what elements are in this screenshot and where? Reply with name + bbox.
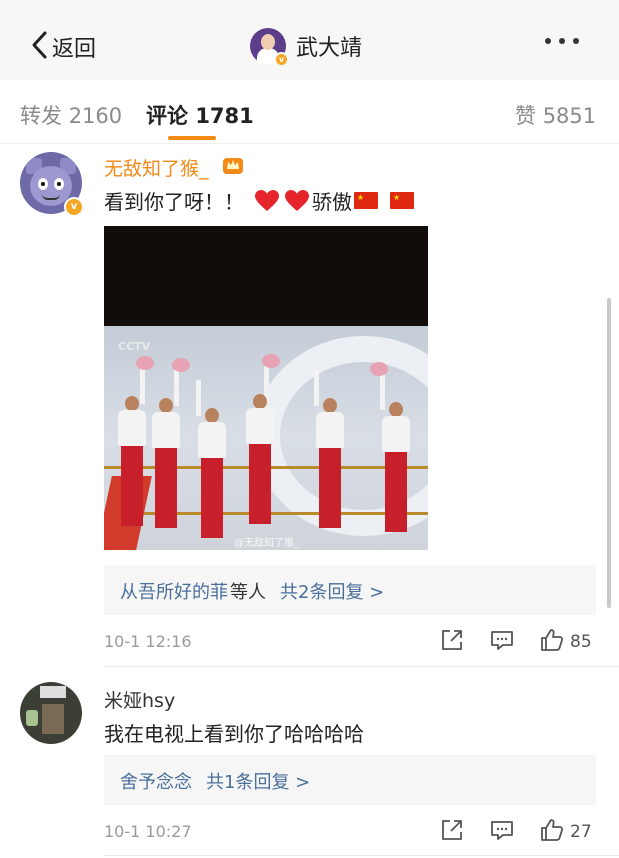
replies-preview[interactable]: 舍予念念 共1条回复 > [104, 755, 596, 805]
like-button[interactable]: 27 [540, 818, 592, 846]
share-button[interactable] [440, 818, 464, 846]
like-button[interactable]: 85 [540, 628, 592, 656]
share-icon [440, 818, 464, 846]
reply-users[interactable]: 舍予念念 [120, 768, 192, 794]
profile-header[interactable]: v 武大靖 [250, 28, 363, 67]
divider [104, 666, 619, 667]
tab-comments-count: 1781 [195, 104, 254, 128]
active-tab-indicator [168, 136, 216, 140]
comment-video-thumbnail[interactable]: CCTV @无敌知了猴_ [104, 226, 428, 550]
vip-crown-icon [222, 154, 244, 176]
page-title: 武大靖 [296, 36, 363, 61]
back-button[interactable]: 返回 [30, 30, 96, 64]
reply-button[interactable] [490, 628, 514, 656]
tab-comments[interactable]: 评论 1781 [146, 100, 254, 130]
comment-username[interactable]: 米娅hsy [104, 686, 175, 713]
more-options-icon[interactable] [545, 38, 579, 44]
avatar[interactable] [20, 682, 82, 744]
reply-count-link[interactable]: 共2条回复 > [280, 578, 384, 604]
tab-reposts-label: 转发 [20, 104, 62, 128]
reply-button[interactable] [490, 818, 514, 846]
tab-bar: 转发 2160 评论 1781 赞 5851 [0, 80, 619, 144]
tab-likes[interactable]: 赞 5851 [515, 100, 596, 130]
comment-text-prefix: 看到你了呀！！ [104, 190, 244, 214]
comment-timestamp: 10-1 12:16 [104, 632, 192, 651]
video-channel-logo: CCTV [118, 340, 151, 353]
share-button[interactable] [440, 628, 464, 656]
red-heart-icon [254, 189, 280, 213]
verified-icon: v [64, 197, 84, 217]
replies-preview[interactable]: 从吾所好的菲 等人 共2条回复 > [104, 565, 596, 615]
tab-reposts[interactable]: 转发 2160 [20, 100, 122, 130]
back-label: 返回 [52, 37, 97, 62]
divider [104, 855, 619, 856]
like-count: 85 [570, 632, 592, 652]
thumbs-up-icon [540, 818, 564, 846]
comment-username[interactable]: 无敌知了猴_ [104, 154, 209, 181]
china-flag-icon: ★ [390, 192, 414, 209]
avatar[interactable]: v [250, 28, 289, 67]
video-watermark: @无敌知了猴_ [234, 538, 299, 549]
tab-likes-label: 赞 [515, 104, 536, 128]
tab-reposts-count: 2160 [68, 104, 123, 128]
scrollbar[interactable] [607, 298, 611, 608]
red-heart-icon [284, 189, 310, 213]
tab-likes-count: 5851 [542, 104, 597, 128]
comment-text: 我在电视上看到你了哈哈哈哈 [104, 722, 364, 746]
comment-text: 看到你了呀！！ 骄傲 ★ ★ [104, 186, 416, 215]
china-flag-icon: ★ [354, 192, 378, 209]
comment-icon [490, 818, 514, 846]
reply-count-link[interactable]: 共1条回复 > [206, 768, 310, 794]
thumbs-up-icon [540, 628, 564, 656]
reply-suffix: 等人 [230, 582, 266, 603]
comment-text-mid: 骄傲 [312, 190, 352, 214]
tab-comments-label: 评论 [146, 104, 188, 128]
top-nav-bar: 返回 v 武大靖 [0, 0, 619, 80]
like-count: 27 [570, 822, 592, 842]
verified-icon: v [274, 52, 289, 67]
chevron-left-icon [30, 30, 48, 64]
comment-timestamp: 10-1 10:27 [104, 822, 192, 841]
reply-users[interactable]: 从吾所好的菲 [120, 578, 228, 604]
share-icon [440, 628, 464, 656]
comment-icon [490, 628, 514, 656]
